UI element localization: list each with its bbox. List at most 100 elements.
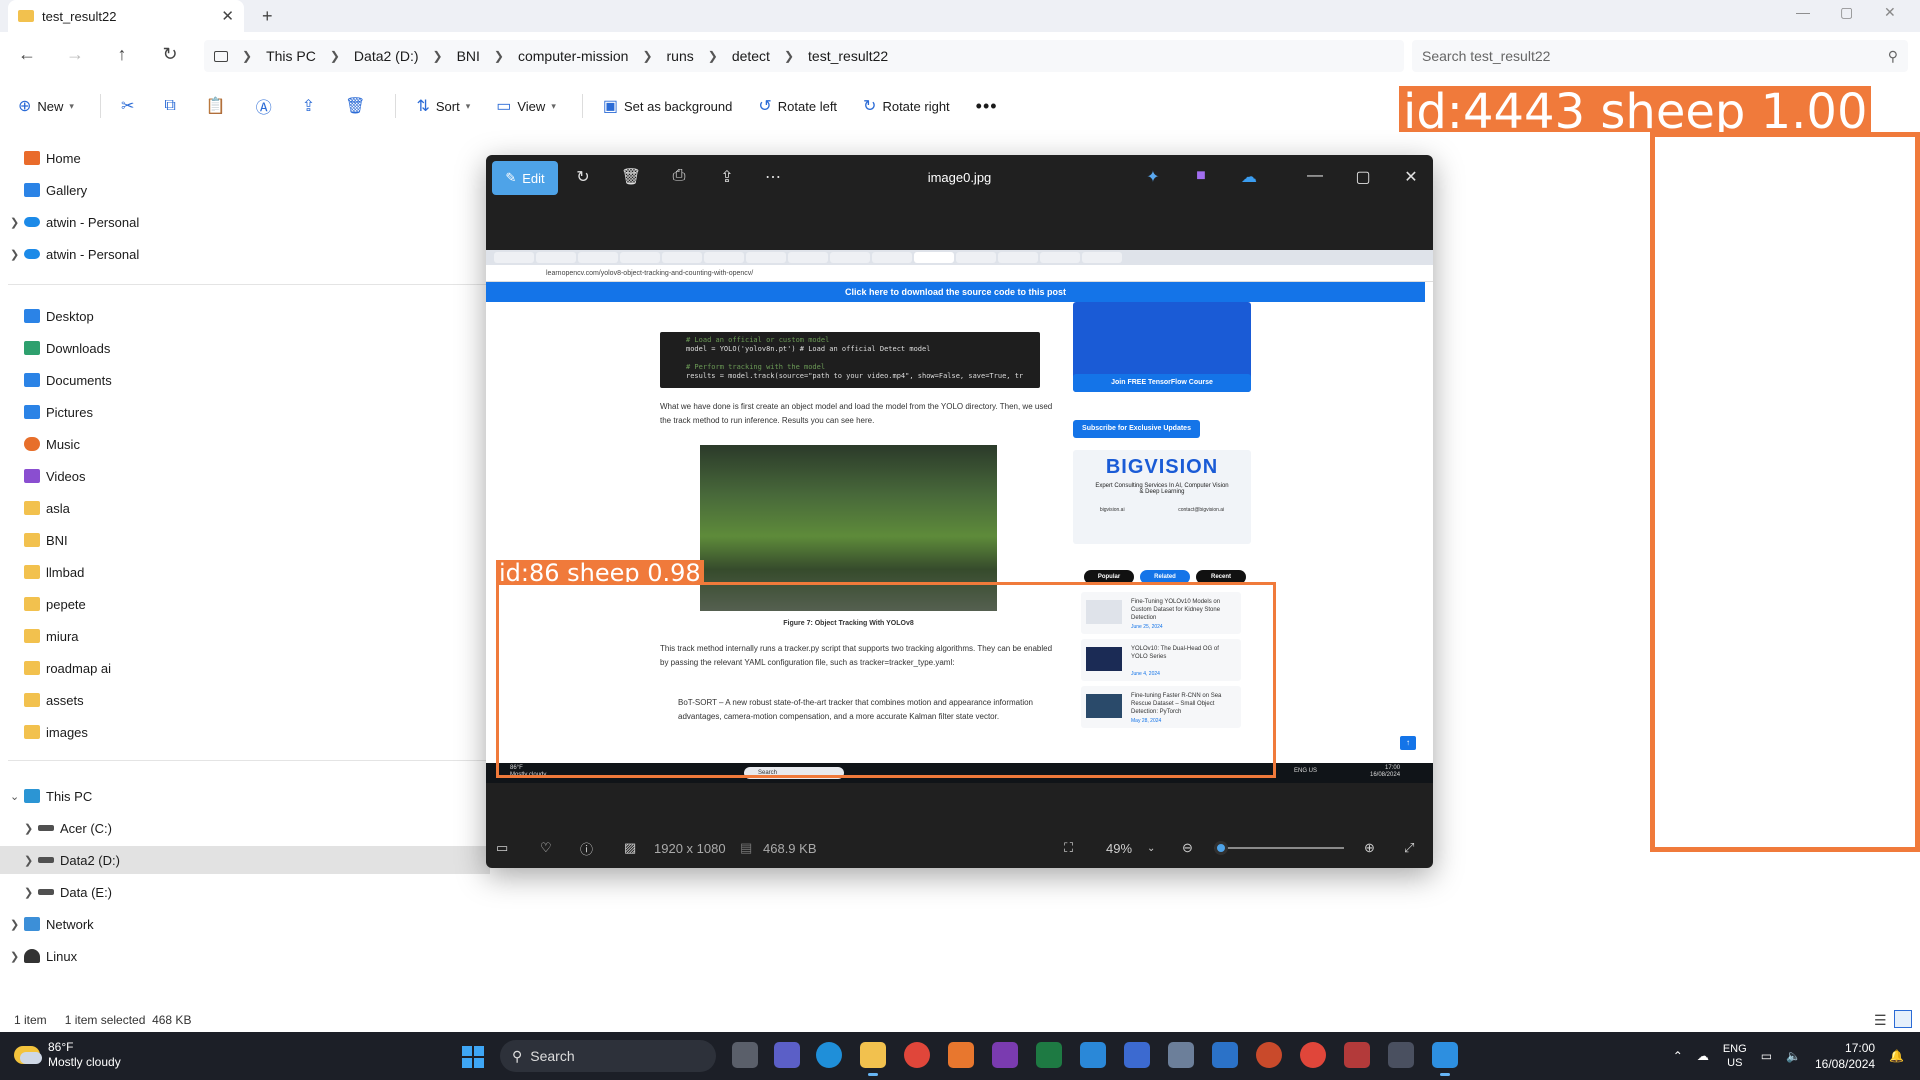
- weather-widget[interactable]: 86°F Mostly cloudy: [14, 1040, 121, 1070]
- set-background-button[interactable]: ▣ Set as background: [603, 96, 733, 116]
- volume-icon[interactable]: 🔈: [1786, 1049, 1801, 1063]
- sidebar-item-miura[interactable]: miura: [0, 622, 490, 650]
- zoom-slider[interactable]: [1214, 847, 1344, 849]
- breadcrumb-item[interactable]: This PC: [266, 48, 316, 64]
- taskbar-search[interactable]: ⚲ Search: [500, 1040, 716, 1072]
- sidebar-item-asla[interactable]: asla: [0, 494, 490, 522]
- filmstrip-icon[interactable]: ▭: [496, 840, 508, 856]
- image-canvas[interactable]: learnopencv.com/yolov8-object-tracking-a…: [486, 250, 1433, 783]
- clock[interactable]: 17:00 16/08/2024: [1815, 1040, 1875, 1072]
- language-indicator[interactable]: ENG US: [1723, 1042, 1747, 1070]
- maximize-icon[interactable]: ▢: [1352, 167, 1374, 187]
- sidebar-item-images[interactable]: images: [0, 718, 490, 746]
- favorite-icon[interactable]: ♡: [540, 840, 552, 856]
- chevron-right-icon[interactable]: ❯: [10, 918, 24, 931]
- sidebar-item-home[interactable]: Home: [0, 144, 490, 172]
- calculator-icon[interactable]: [1124, 1042, 1150, 1068]
- sidebar-item-drive-e[interactable]: ❯ Data (E:): [0, 878, 490, 906]
- chevron-right-icon[interactable]: ❯: [10, 950, 24, 963]
- sidebar-item-drive-c[interactable]: ❯ Acer (C:): [0, 814, 490, 842]
- breadcrumb-item[interactable]: Data2 (D:): [354, 48, 419, 64]
- close-window-icon[interactable]: ✕: [1884, 4, 1896, 21]
- chevron-right-icon[interactable]: ❯: [24, 822, 38, 835]
- remote-desktop-icon[interactable]: [1168, 1042, 1194, 1068]
- minimize-icon[interactable]: —: [1304, 167, 1326, 185]
- notepad-icon[interactable]: [1212, 1042, 1238, 1068]
- back-icon[interactable]: ←: [15, 44, 39, 65]
- teams-icon[interactable]: [774, 1042, 800, 1068]
- new-tab-button[interactable]: +: [262, 6, 273, 27]
- chevron-down-icon[interactable]: ⌄: [1147, 843, 1155, 854]
- refresh-icon[interactable]: ↻: [158, 44, 182, 65]
- close-icon[interactable]: ✕: [1400, 167, 1422, 187]
- designer-icon[interactable]: ✦: [1142, 167, 1164, 187]
- clipchamp-icon[interactable]: ■: [1190, 167, 1212, 185]
- windows-start-icon[interactable]: [462, 1046, 484, 1068]
- network-icon[interactable]: ▭: [1761, 1049, 1772, 1063]
- sidebar-item-gallery[interactable]: Gallery: [0, 176, 490, 204]
- sidebar-item-pictures[interactable]: Pictures: [0, 398, 490, 426]
- forward-icon[interactable]: →: [63, 44, 87, 65]
- excel-icon[interactable]: [1036, 1042, 1062, 1068]
- sidebar-item-videos[interactable]: Videos: [0, 462, 490, 490]
- up-icon[interactable]: ↑: [110, 44, 134, 65]
- sidebar-item-pepete[interactable]: pepete: [0, 590, 490, 618]
- search-input[interactable]: Search test_result22 ⚲: [1412, 40, 1908, 72]
- chevron-up-icon[interactable]: ⌃: [1673, 1049, 1683, 1063]
- chrome-icon[interactable]: [904, 1042, 930, 1068]
- rotate-left-button[interactable]: ↺ Rotate left: [758, 96, 837, 116]
- jupyter-icon[interactable]: [948, 1042, 974, 1068]
- breadcrumb-item[interactable]: detect: [732, 48, 770, 64]
- onedrive-icon[interactable]: ☁: [1238, 167, 1260, 187]
- chevron-right-icon[interactable]: ❯: [24, 886, 38, 899]
- sidebar-item-music[interactable]: Music: [0, 430, 490, 458]
- sidebar-item-onedrive-2[interactable]: ❯ atwin - Personal: [0, 240, 490, 268]
- breadcrumb-item[interactable]: BNI: [457, 48, 480, 64]
- fit-to-window-icon[interactable]: ⛶: [1064, 840, 1073, 856]
- chevron-right-icon[interactable]: ❯: [10, 216, 24, 229]
- more-options-icon[interactable]: •••: [976, 96, 998, 117]
- chrome-profile-icon[interactable]: [1300, 1042, 1326, 1068]
- close-tab-icon[interactable]: ✕: [221, 7, 234, 25]
- file-explorer-icon[interactable]: [860, 1042, 886, 1076]
- share-icon[interactable]: ⇪: [302, 96, 315, 116]
- sidebar-item-llmbad[interactable]: llmbad: [0, 558, 490, 586]
- tiles-view-icon[interactable]: [1894, 1010, 1912, 1028]
- minimize-icon[interactable]: —: [1796, 4, 1810, 20]
- chevron-down-icon[interactable]: ⌄: [10, 790, 24, 803]
- notification-icon[interactable]: 🔔: [1889, 1049, 1904, 1063]
- zoom-slider-thumb[interactable]: [1213, 841, 1228, 855]
- breadcrumb-item[interactable]: computer-mission: [518, 48, 628, 64]
- address-bar[interactable]: ❯ This PC ❯ Data2 (D:) ❯ BNI ❯ computer-…: [204, 40, 1404, 72]
- breadcrumb-item[interactable]: test_result22: [808, 48, 888, 64]
- task-view-icon[interactable]: [732, 1042, 758, 1068]
- explorer-tab[interactable]: test_result22 ✕: [8, 0, 244, 32]
- new-button[interactable]: ⊕ New ▾: [18, 96, 74, 116]
- chevron-right-icon[interactable]: ❯: [10, 248, 24, 261]
- paste-icon[interactable]: 📋: [206, 96, 226, 116]
- onedrive-icon[interactable]: ☁: [1697, 1049, 1709, 1063]
- sidebar-item-network[interactable]: ❯ Network: [0, 910, 490, 938]
- details-view-icon[interactable]: ☰: [1874, 1012, 1887, 1029]
- fullscreen-icon[interactable]: ⤢: [1404, 840, 1414, 856]
- edge-icon[interactable]: [816, 1042, 842, 1068]
- app-icon[interactable]: [1388, 1042, 1414, 1068]
- copy-icon[interactable]: ⧉: [164, 97, 175, 115]
- photos-icon[interactable]: [1432, 1042, 1458, 1076]
- sidebar-item-this-pc[interactable]: ⌄ This PC: [0, 782, 490, 810]
- breadcrumb-item[interactable]: runs: [667, 48, 694, 64]
- sidebar-item-drive-d[interactable]: ❯ Data2 (D:): [0, 846, 490, 874]
- sidebar-item-assets[interactable]: assets: [0, 686, 490, 714]
- zoom-in-icon[interactable]: ⊕: [1364, 840, 1375, 856]
- powerpoint-icon[interactable]: [1256, 1042, 1282, 1068]
- rotate-right-button[interactable]: ↻ Rotate right: [863, 96, 950, 116]
- vscode-icon[interactable]: [1080, 1042, 1106, 1068]
- view-button[interactable]: ▭ View ▾: [496, 96, 556, 116]
- sidebar-item-documents[interactable]: Documents: [0, 366, 490, 394]
- zoom-out-icon[interactable]: ⊖: [1182, 840, 1193, 856]
- sidebar-item-bni[interactable]: BNI: [0, 526, 490, 554]
- sidebar-item-onedrive-1[interactable]: ❯ atwin - Personal: [0, 208, 490, 236]
- onenote-icon[interactable]: [992, 1042, 1018, 1068]
- chevron-right-icon[interactable]: ❯: [24, 854, 38, 867]
- snipping-tool-icon[interactable]: [1344, 1042, 1370, 1068]
